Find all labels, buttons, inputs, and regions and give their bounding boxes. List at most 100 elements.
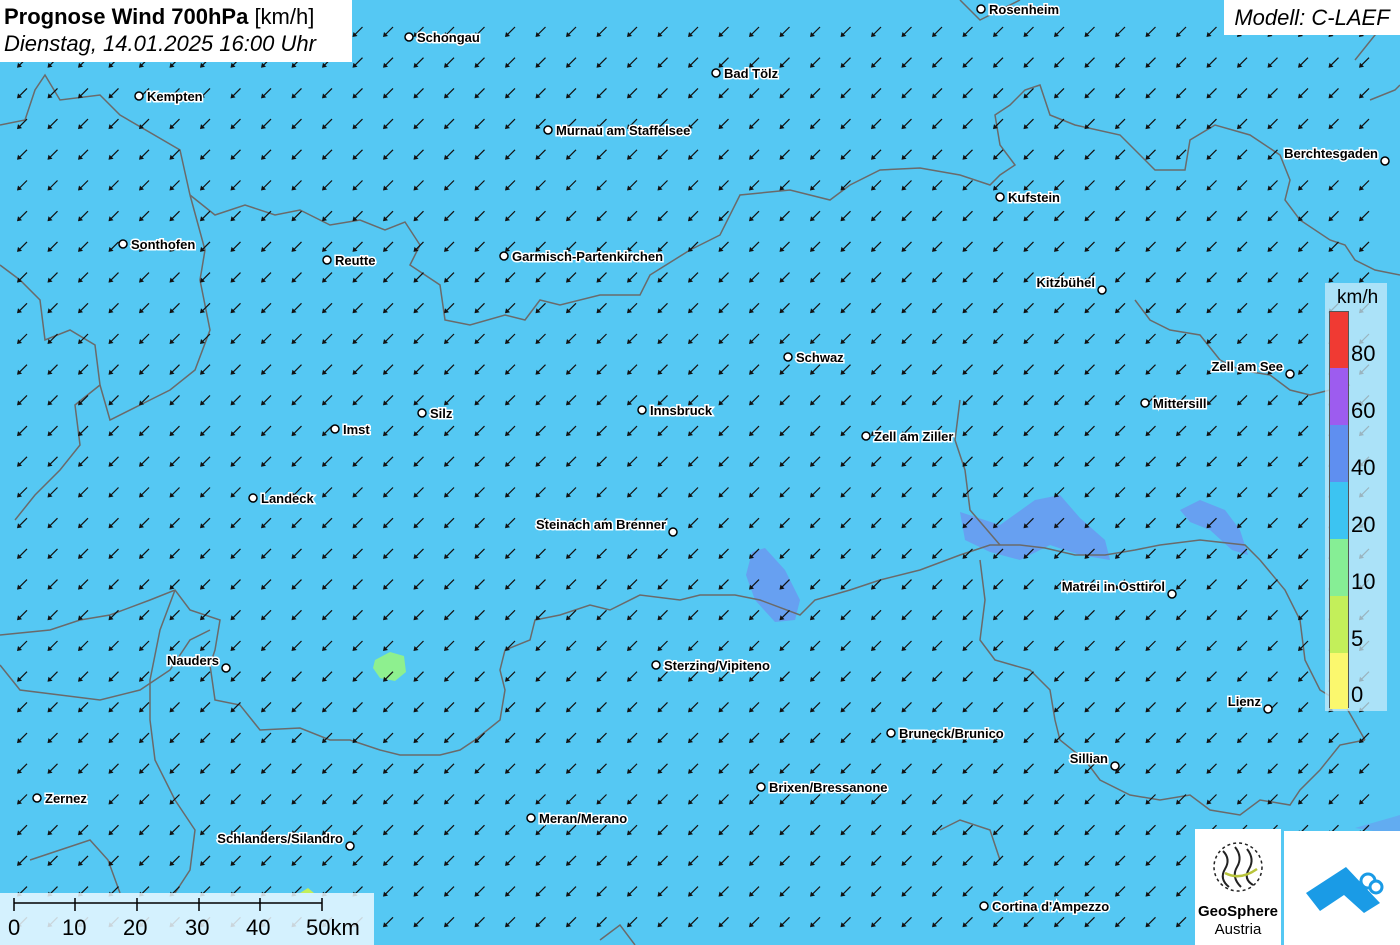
city-marker[interactable]: Garmisch-Partenkirchen [499, 248, 665, 266]
wind-arrow [901, 640, 912, 651]
wind-arrow [108, 394, 119, 406]
wind-arrow [596, 701, 607, 713]
city-marker[interactable]: Matrei in Osttirol [1060, 578, 1177, 599]
wind-arrow [871, 394, 882, 406]
city-marker[interactable]: Schwaz [783, 349, 846, 367]
map-canvas[interactable]: Rosenheim Schongau Bad Tölz Kempten Murnau a… [0, 0, 1400, 945]
city-marker[interactable]: Bad Tölz [711, 65, 780, 83]
wind-arrow [596, 916, 607, 928]
city-marker[interactable]: Innsbruck [637, 402, 714, 420]
weather-app-logo[interactable] [1284, 831, 1400, 945]
wind-arrow [962, 241, 973, 252]
wind-arrow [718, 886, 729, 897]
city-marker[interactable]: Meran/Merano [526, 810, 629, 828]
wind-arrow [566, 701, 577, 713]
wind-arrow [1267, 302, 1278, 314]
wind-arrow [200, 609, 211, 621]
city-marker[interactable]: Schlanders/Silandro [216, 830, 355, 851]
city-marker[interactable]: Murnau am Staffelsee [543, 122, 692, 140]
city-marker[interactable]: Brixen/Bressanone [756, 779, 889, 797]
wind-arrow [1084, 732, 1095, 744]
wind-arrow [413, 272, 424, 283]
wind-arrow [352, 763, 363, 774]
wind-arrow [871, 364, 882, 375]
wind-arrow [108, 180, 119, 191]
city-marker[interactable]: Silz [417, 405, 454, 423]
wind-arrow [505, 394, 516, 406]
city-dot [345, 841, 355, 851]
wind-arrow [200, 579, 211, 590]
city-marker[interactable]: Kitzbühel [1035, 274, 1107, 295]
city-marker[interactable]: Zell am See [1210, 358, 1295, 379]
wind-arrow [1084, 302, 1095, 314]
wind-arrow [657, 333, 668, 344]
city-marker[interactable]: Rosenheim [976, 1, 1061, 19]
wind-arrow [261, 794, 272, 805]
wind-arrow [505, 210, 516, 222]
wind-arrow [1084, 855, 1095, 866]
wind-arrow [1267, 210, 1278, 222]
city-marker[interactable]: Kempten [134, 88, 204, 106]
wind-arrow [230, 763, 241, 774]
city-marker[interactable]: Steinach am Brenner [534, 516, 678, 537]
legend-label-5: 5 [1351, 626, 1364, 651]
city-marker[interactable]: Zernez [32, 790, 89, 808]
wind-arrow [1206, 210, 1217, 222]
city-marker[interactable]: Schongau [404, 29, 481, 47]
wind-arrow [749, 364, 760, 375]
wind-arrow [200, 456, 211, 467]
wind-arrow [17, 394, 28, 406]
wind-arrow [871, 149, 882, 160]
city-marker[interactable]: Bruneck/Brunico [886, 725, 1005, 743]
wind-arrow [596, 671, 607, 682]
city-marker[interactable]: Cortina d'Ampezzo [979, 898, 1111, 916]
wind-arrow [810, 487, 821, 498]
wind-arrow [200, 794, 211, 805]
wind-arrow [657, 763, 668, 774]
city-marker[interactable]: Landeck [248, 490, 316, 508]
wind-arrow [1176, 671, 1187, 682]
wind-arrow [1145, 149, 1156, 160]
wind-arrow [1023, 671, 1034, 682]
wind-arrow [291, 394, 302, 406]
wind-arrow [352, 364, 363, 375]
wind-arrow [627, 456, 638, 467]
city-marker[interactable]: Kufstein [995, 189, 1062, 207]
city-marker[interactable]: Lienz [1226, 693, 1273, 714]
wind-arrow [230, 180, 241, 191]
wind-arrow [1023, 394, 1034, 406]
city-marker[interactable]: Reutte [322, 252, 377, 270]
city-dot [417, 408, 427, 418]
wind-arrow [718, 180, 729, 191]
city-marker[interactable]: Berchtesgaden [1283, 145, 1390, 166]
wind-arrow [1267, 272, 1278, 283]
wind-arrow [840, 579, 851, 590]
wind-arrow [1054, 394, 1065, 406]
city-marker[interactable]: Zell am Ziller [861, 428, 955, 446]
wind-arrow [535, 487, 546, 498]
city-marker[interactable]: Sterzing/Vipiteno [651, 657, 771, 675]
wind-arrow [901, 794, 912, 805]
city-marker[interactable]: Mittersill [1140, 395, 1208, 413]
city-marker[interactable]: Imst [330, 421, 372, 439]
wind-arrow [200, 487, 211, 498]
wind-arrow [1328, 87, 1339, 99]
city-label: Mittersill [1153, 396, 1206, 411]
city-dot [1097, 285, 1107, 295]
wind-arrow [17, 855, 28, 866]
wind-arrow [749, 487, 760, 498]
wind-arrow [230, 118, 241, 130]
city-dot [1285, 369, 1295, 379]
wind-arrow [1237, 210, 1248, 222]
wind-arrow [1054, 149, 1065, 160]
city-marker[interactable]: Nauders [165, 652, 231, 673]
wind-arrow [566, 210, 577, 222]
city-marker[interactable]: Sonthofen [118, 236, 197, 254]
wind-arrow [1176, 916, 1187, 928]
city-marker[interactable]: Sillian [1068, 750, 1120, 771]
wind-arrow [230, 794, 241, 805]
wind-arrow [444, 794, 455, 805]
wind-arrow [383, 57, 394, 68]
city-dot [118, 239, 128, 249]
geosphere-logo[interactable]: GeoSphere Austria [1195, 829, 1281, 945]
